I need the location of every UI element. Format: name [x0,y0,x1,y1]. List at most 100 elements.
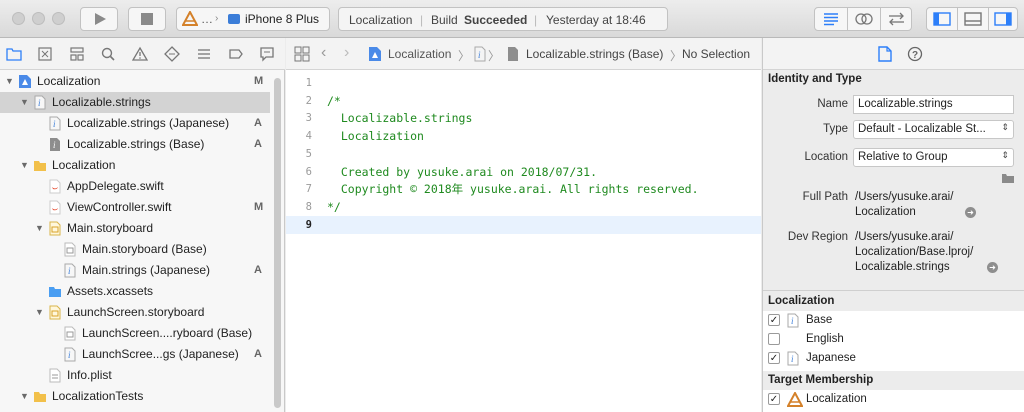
type-label: Type [823,123,848,135]
disclosure-triangle-icon[interactable]: ▼ [35,218,44,239]
location-popup-value: Relative to Group [858,151,948,163]
code-line[interactable]: 2 /* [286,92,761,110]
tree-row-label: LaunchScree...gs (Japanese) [82,347,239,361]
strings-file-icon[interactable]: i [474,46,486,62]
run-button[interactable] [80,7,118,31]
section-divider [763,290,1024,291]
location-popup[interactable]: Relative to Group ⇕ [853,148,1014,167]
minimize-window-button[interactable] [32,12,45,25]
activity-status: Succeeded [464,13,528,27]
project-navigator: ▼ Localization M ▼ i Localizable.strings i Loca… [0,38,285,412]
search-icon[interactable] [100,46,116,62]
folder-icon[interactable] [6,46,22,62]
jump-bar-selection[interactable]: No Selection [682,47,750,61]
updown-chevron-icon: ⇕ [1001,150,1009,160]
related-items-icon[interactable] [294,46,310,62]
reveal-in-finder-icon[interactable]: ➜ [965,207,976,218]
editor-mode-control [814,7,912,31]
choose-folder-icon[interactable] [1001,172,1015,184]
toggle-navigator-button[interactable] [927,8,957,30]
tree-row[interactable]: Assets.xcassets [0,281,270,302]
breakpoint-icon[interactable] [228,46,244,62]
version-editor-button[interactable] [881,8,912,30]
code-line[interactable]: 8 */ [286,198,761,216]
jump-bar-project[interactable]: Localization [388,47,451,61]
app-target-icon [182,11,198,26]
code-line[interactable]: 9 [286,215,761,234]
activity-divider: | [534,13,538,27]
tree-row[interactable]: i Localizable.strings (Japanese) A [0,113,270,134]
tree-row[interactable]: ▼ Localization [0,155,270,176]
disclosure-triangle-icon[interactable]: ▼ [5,71,14,92]
checkbox-row[interactable]: English [763,330,1024,349]
play-icon [95,13,106,25]
type-popup[interactable]: Default - Localizable St... ⇕ [853,120,1014,139]
disclosure-triangle-icon[interactable]: ▼ [20,92,29,113]
jump-bar-file[interactable]: Localizable.strings (Base) [526,47,663,61]
code-line[interactable]: 7 Copyright © 2018年 yusuke.arai. All rig… [286,180,761,198]
target-membership-header: Target Membership [768,374,874,386]
left-panel-icon [933,12,951,26]
zoom-window-button[interactable] [52,12,65,25]
disclosure-triangle-icon[interactable]: ▼ [35,302,44,323]
localization-section-header: Localization [768,295,835,307]
disclosure-triangle-icon[interactable]: ▼ [20,155,29,176]
standard-editor-button[interactable] [815,8,847,30]
tree-row[interactable]: ViewController.swift M [0,197,270,218]
code-line[interactable]: 3 Localizable.strings [286,109,761,127]
tree-row-label: Info.plist [67,368,112,382]
tree-row[interactable]: ▼ LocalizationTests [0,386,270,407]
checkbox-row[interactable]: ✓ i Base [763,311,1024,330]
line-number: 7 [305,183,312,196]
debug-icon[interactable] [196,46,212,62]
project-file-icon [369,47,381,61]
tree-row[interactable]: i Main.strings (Japanese) A [0,260,270,281]
close-window-button[interactable] [12,12,25,25]
tree-row[interactable]: LaunchScreen....ryboard (Base) [0,323,270,344]
back-button[interactable]: ‹ [321,44,326,62]
checkbox-row[interactable]: ✓ Localization [763,390,1024,409]
navigator-scrollbar[interactable] [274,78,281,408]
name-field[interactable]: Localizable.strings [853,95,1014,114]
test-diamond-icon[interactable] [164,46,180,62]
checkbox[interactable] [768,333,780,345]
checkbox-row[interactable]: ✓ i Japanese [763,349,1024,368]
code-line[interactable]: 4 Localization [286,127,761,145]
toggle-inspector-button[interactable] [989,8,1018,30]
tree-row[interactable]: AppDelegate.swift [0,176,270,197]
tree-row[interactable]: Info.plist [0,365,270,386]
identity-section-header: Identity and Type [768,73,862,85]
reveal-in-finder-icon[interactable]: ➜ [987,262,998,273]
code-line[interactable]: 6 Created by yusuke.arai on 2018/07/31. [286,163,761,181]
checkbox-label: Japanese [806,352,856,364]
source-control-icon[interactable] [37,46,53,62]
symbol-icon[interactable] [69,46,85,62]
disclosure-triangle-icon[interactable]: ▼ [20,386,29,407]
scheme-selector[interactable]: … › iPhone 8 Plus [176,7,330,31]
toggle-debug-area-button[interactable] [958,8,988,30]
forward-button[interactable]: › [344,44,349,62]
activity-build: Build [431,13,458,27]
report-icon[interactable] [259,46,275,62]
tree-row[interactable]: i LaunchScree...gs (Japanese) A [0,344,270,365]
type-popup-value: Default - Localizable St... [858,123,986,135]
stop-button[interactable] [128,7,166,31]
file-inspector-icon[interactable] [878,46,892,62]
code-line[interactable]: 1 [286,74,761,92]
code-text: Created by yusuke.arai on 2018/07/31. [327,164,598,179]
assistant-editor-button[interactable] [848,8,880,30]
checkbox[interactable]: ✓ [768,393,780,405]
warning-icon[interactable] [132,46,148,62]
tree-row[interactable]: Main.storyboard (Base) [0,239,270,260]
help-icon[interactable]: ? [907,46,923,62]
checkbox[interactable]: ✓ [768,352,780,364]
code-line[interactable]: 5 [286,145,761,163]
tree-row[interactable]: ▼ Main.storyboard [0,218,270,239]
tree-row[interactable]: ▼ LaunchScreen.storyboard [0,302,270,323]
activity-project: Localization [349,13,413,27]
scm-status-badge: A [254,264,262,276]
checkbox[interactable]: ✓ [768,314,780,326]
tree-row[interactable]: ▼ Localization M [0,71,270,92]
tree-row[interactable]: ▼ i Localizable.strings [0,92,270,113]
tree-row[interactable]: i Localizable.strings (Base) A [0,134,270,155]
